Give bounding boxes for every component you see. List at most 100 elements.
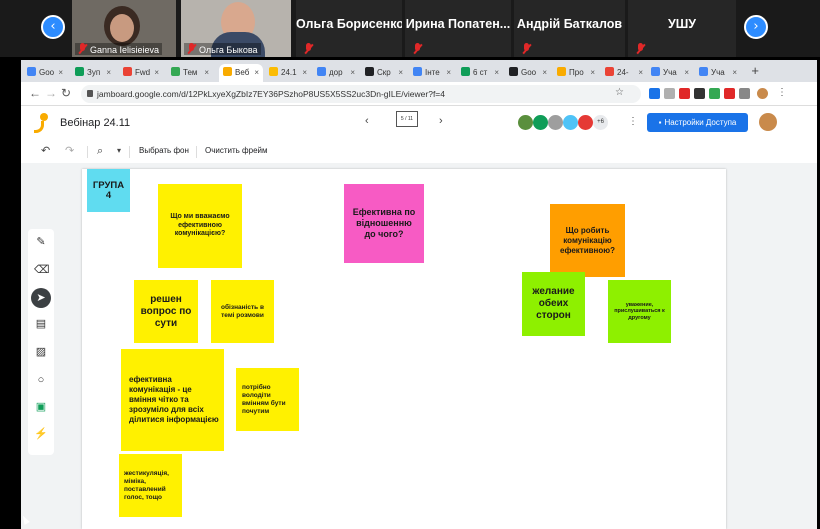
laser-icon[interactable]: ⚡ <box>34 427 48 441</box>
browser-tab[interactable]: Goo × <box>27 64 67 82</box>
browser-tab[interactable]: 6 ст × <box>461 64 503 82</box>
lock-icon <box>87 90 93 97</box>
participant-tile[interactable]: Андрій Баткалов <box>514 0 625 57</box>
browser-tab[interactable]: Скр × <box>365 64 407 82</box>
browser-tab[interactable]: Про × <box>557 64 599 82</box>
collaborator-avatar[interactable] <box>533 115 548 130</box>
account-avatar[interactable] <box>759 113 777 131</box>
redo-icon[interactable]: ↷ <box>65 145 74 157</box>
extension-icon[interactable] <box>724 88 735 99</box>
browser-tab[interactable]: Goo × <box>509 64 551 82</box>
back-arrow-icon[interactable]: ← <box>29 86 41 100</box>
browser-tab[interactable]: 24- × <box>605 64 647 82</box>
sticky-note[interactable]: обізнаність в темі розмови <box>211 280 274 343</box>
close-tab-icon[interactable]: × <box>58 64 63 82</box>
browser-menu-icon[interactable]: ⋮ <box>777 86 787 100</box>
sticky-note[interactable]: решен вопрос по сути <box>134 280 198 343</box>
tab-favicon-icon <box>171 67 180 76</box>
extension-icon[interactable] <box>694 88 705 99</box>
frame-bar-toggle[interactable]: 5 / 11 <box>396 111 423 132</box>
close-tab-icon[interactable]: × <box>542 64 547 82</box>
browser-tab[interactable]: Зуп × <box>75 64 115 82</box>
participant-tile[interactable]: Ольга Быкова <box>181 0 291 57</box>
collaborator-avatar[interactable] <box>518 115 533 130</box>
tab-favicon-icon <box>557 67 566 76</box>
collaborator-avatar[interactable] <box>563 115 578 130</box>
extension-icon[interactable] <box>679 88 690 99</box>
browser-tab[interactable]: Тем × <box>171 64 213 82</box>
close-tab-icon[interactable]: × <box>204 64 209 82</box>
extension-icon[interactable] <box>649 88 660 99</box>
next-frame-button[interactable]: › <box>439 115 443 127</box>
extension-icon[interactable] <box>739 88 750 99</box>
reload-icon[interactable]: ↻ <box>61 86 71 100</box>
sticky-note[interactable]: Що робить комунікацію ефективною? <box>550 204 625 277</box>
close-tab-icon[interactable]: × <box>446 64 451 82</box>
participant-tile[interactable]: УШУ <box>628 0 736 57</box>
eraser-icon[interactable]: ⌫ <box>34 263 50 277</box>
participant-name: Ирина Попатен... <box>405 17 511 31</box>
sticky-note-icon[interactable]: ▤ <box>34 317 48 331</box>
close-tab-icon[interactable]: × <box>494 64 499 82</box>
sticky-note[interactable]: Ефективна по відношенню до чого? <box>344 184 424 263</box>
extension-icon[interactable] <box>709 88 720 99</box>
zoom-dropdown-icon[interactable]: ▾ <box>117 145 121 157</box>
jam-title[interactable]: Вебінар 24.11 <box>60 117 130 129</box>
browser-tab[interactable]: Уча × <box>651 64 693 82</box>
sticky-note[interactable]: жестикуляція, міміка, поставлений голос,… <box>119 454 182 517</box>
browser-tab[interactable]: 24.1 × <box>269 64 311 82</box>
sticky-note[interactable]: ефективна комунікація - це вміння чітко … <box>121 349 224 451</box>
more-options-icon[interactable]: ⋮ <box>628 116 638 127</box>
close-tab-icon[interactable]: × <box>732 64 737 82</box>
participant-tile[interactable]: Ирина Попатен... <box>405 0 511 57</box>
collaborator-avatar[interactable] <box>548 115 563 130</box>
new-tab-button[interactable]: + <box>751 64 759 78</box>
participant-tile[interactable]: Ольга Борисенко <box>296 0 402 57</box>
browser-tab[interactable]: Fwd × <box>123 64 163 82</box>
participant-name: Ganna Ielisieieva <box>75 43 163 55</box>
extension-icon[interactable] <box>664 88 675 99</box>
close-tab-icon[interactable]: × <box>398 64 403 82</box>
close-tab-icon[interactable]: × <box>684 64 689 82</box>
browser-tab[interactable]: Уча × <box>699 64 741 82</box>
sticky-note[interactable]: уважение, прислушиваться к другому <box>608 280 671 343</box>
collaborator-avatar[interactable] <box>578 115 593 130</box>
undo-icon[interactable]: ↶ <box>41 145 50 157</box>
zoom-icon[interactable]: ⌕ <box>97 145 103 157</box>
image-icon[interactable]: ▨ <box>34 345 48 359</box>
sticky-note[interactable]: потрібно володіти вмінням бути почутим <box>236 368 299 431</box>
browser-tab-active[interactable]: Веб × <box>219 64 263 82</box>
url-input[interactable]: jamboard.google.com/d/12PkLxyeXgZbIz7EY3… <box>81 85 641 103</box>
star-icon[interactable]: ☆ <box>615 86 624 100</box>
sticky-note[interactable]: ГРУПА 4 <box>87 169 130 212</box>
muted-mic-icon <box>304 43 313 54</box>
tab-bar: Goo × Зуп × Fwd × Тем × Веб × 24.1 × дор × Скр ×… <box>21 60 817 82</box>
select-icon[interactable]: ➤ <box>31 288 51 308</box>
share-settings-button[interactable]: ▪ Настройки Доступа <box>647 113 748 132</box>
close-tab-icon[interactable]: × <box>154 64 159 82</box>
text-box-icon[interactable]: ▣ <box>34 400 48 414</box>
close-tab-icon[interactable]: × <box>106 64 111 82</box>
close-tab-icon[interactable]: × <box>590 64 595 82</box>
profile-avatar[interactable] <box>757 88 768 99</box>
sticky-note[interactable]: Що ми вважаємо ефективною комунікацією? <box>158 184 242 268</box>
previous-participants-button[interactable]: ‹ <box>41 15 65 39</box>
sticky-note[interactable]: желание обеих сторон <box>522 272 585 336</box>
next-participants-button[interactable]: › <box>744 15 768 39</box>
clear-frame-button[interactable]: Очистить фрейм <box>205 146 268 155</box>
set-background-button[interactable]: Выбрать фон <box>139 146 189 155</box>
browser-tab[interactable]: Інте × <box>413 64 455 82</box>
close-tab-icon[interactable]: × <box>350 64 355 82</box>
more-collaborators-badge[interactable]: +6 <box>593 115 608 130</box>
pen-icon[interactable]: ✎ <box>34 235 48 249</box>
browser-tab[interactable]: дор × <box>317 64 359 82</box>
forward-arrow-icon[interactable]: → <box>45 86 57 100</box>
circle-icon[interactable]: ○ <box>34 373 48 387</box>
close-tab-icon[interactable]: × <box>254 64 259 82</box>
jamboard-logo-icon[interactable] <box>34 113 48 133</box>
participant-tile[interactable]: Ganna Ielisieieva <box>72 0 176 57</box>
close-tab-icon[interactable]: × <box>638 64 643 82</box>
close-tab-icon[interactable]: × <box>302 64 307 82</box>
chevron-left-icon: ‹ <box>50 19 56 34</box>
previous-frame-button[interactable]: ‹ <box>365 115 369 127</box>
